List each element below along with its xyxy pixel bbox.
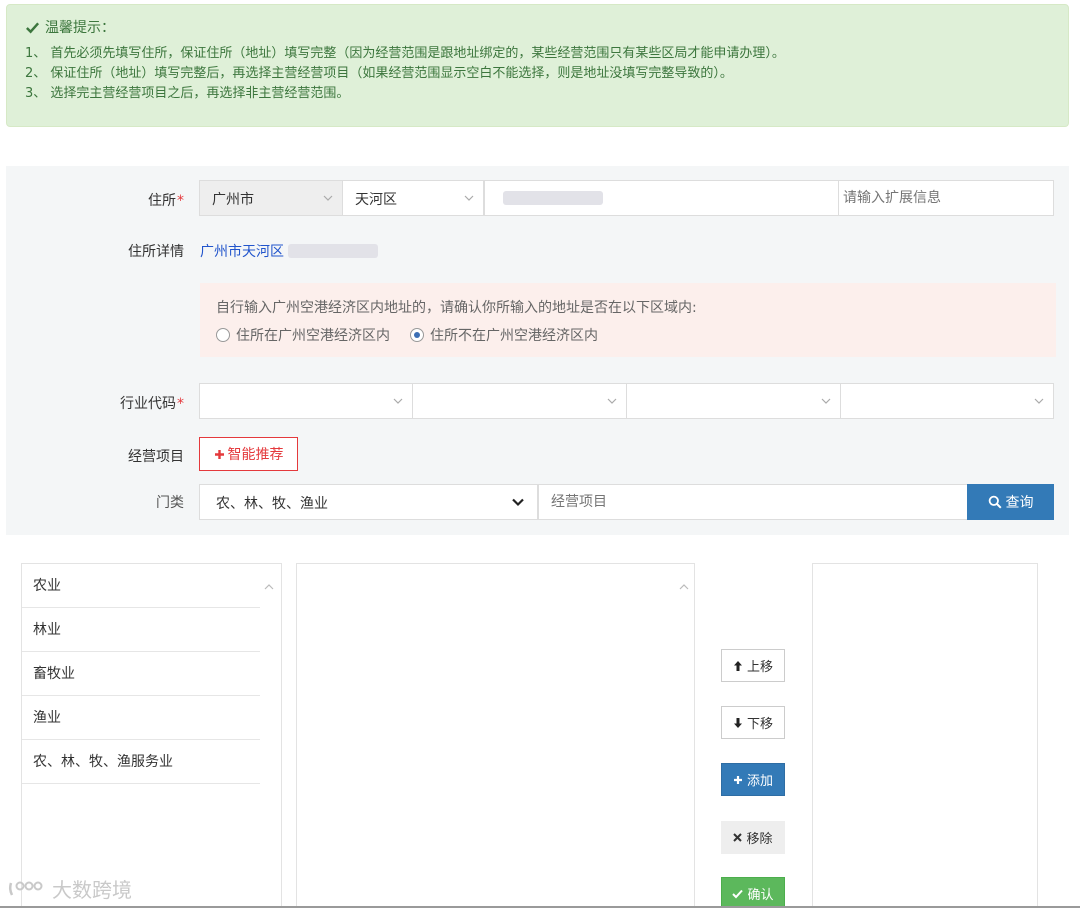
check-icon [26,21,40,33]
category-select[interactable]: 农、林、牧、渔业 [199,484,538,520]
list-item[interactable]: 林业 [22,608,260,652]
plus-icon [214,449,224,459]
radio-in-zone[interactable]: 住所在广州空港经济区内 [216,325,390,345]
chevron-down-icon [323,195,333,201]
business-item-list [296,563,695,908]
tips-title: 温馨提示： [25,17,1068,37]
tips-alert: 温馨提示： 1、 首先必须先填写住所，保证住所（地址）填写完整（因为经营范围是跟… [6,4,1069,127]
district-value: 天河区 [355,192,397,208]
plus-icon [733,775,742,784]
add-label: 添加 [746,774,773,789]
form-panel: 住所* 广州市 天河区 住所详情 广州市天河区 自行输入广州空港经济区内地址的，… [6,166,1069,535]
redacted-detail [288,244,379,258]
watermark: 大数跨境 [8,874,132,903]
smart-recommend-label: 智能推荐 [227,447,284,463]
search-icon [988,495,1002,509]
move-down-button[interactable]: 下移 [721,706,785,739]
query-label: 查询 [1005,495,1034,511]
street-input[interactable] [484,180,839,216]
category-label: 门类 [156,495,184,511]
close-icon [733,833,743,842]
city-select[interactable]: 广州市 [199,180,343,216]
add-button[interactable]: 添加 [721,763,785,796]
city-value: 广州市 [212,192,254,208]
remove-label: 移除 [746,832,773,847]
chevron-down-icon [1034,398,1044,404]
radio-in-zone-label: 住所在广州空港经济区内 [236,328,390,344]
arrow-up-icon [733,660,742,671]
chevron-down-icon [464,195,474,201]
selected-item-list [812,563,1038,908]
address-detail-value: 广州市天河区 [200,241,379,261]
tips-line-1: 1、 首先必须先填写住所，保证住所（地址）填写完整（因为经营范围是跟地址绑定的，… [25,46,785,61]
redacted-address [503,191,603,205]
arrow-down-icon [733,717,742,728]
radio-out-zone-circle[interactable] [410,328,424,342]
category-list: 农业 林业 畜牧业 渔业 农、林、牧、渔服务业 [21,563,282,908]
industry-code-select-3[interactable] [626,383,841,419]
scroll-up-icon[interactable] [263,581,275,593]
list-item[interactable]: 农业 [22,564,260,608]
required-mark: * [177,193,184,209]
address-label: 住所* [148,193,184,209]
move-down-label: 下移 [746,717,773,732]
industry-code-select-2[interactable] [412,383,627,419]
airport-zone-notice: 自行输入广州空港经济区内地址的，请确认你所输入的地址是否在以下区域内: 住所在广… [200,283,1056,357]
extension-input[interactable] [838,180,1054,216]
radio-out-zone[interactable]: 住所不在广州空港经济区内 [410,325,598,345]
query-button[interactable]: 查询 [967,484,1054,520]
business-items-label: 经营项目 [128,449,184,465]
move-up-button[interactable]: 上移 [721,649,785,682]
tips-title-text: 温馨提示： [45,20,115,36]
chevron-down-icon [393,398,403,404]
tips-line-2: 2、 保证住所（地址）填写完整后，再选择主营经营项目（如果经营范围显示空白不能选… [25,66,733,81]
business-item-input[interactable] [538,484,968,520]
check-icon [732,889,744,898]
notice-text: 自行输入广州空港经济区内地址的，请确认你所输入的地址是否在以下区域内: [216,300,697,316]
chevron-down-icon [512,498,524,507]
watermark-logo-icon [8,881,43,896]
industry-code-select-4[interactable] [840,383,1054,419]
chevron-down-icon [607,398,617,404]
confirm-label: 确认 [747,888,774,903]
confirm-button[interactable]: 确认 [721,877,785,908]
district-select[interactable]: 天河区 [342,180,484,216]
radio-in-zone-circle[interactable] [216,328,230,342]
tips-line-3: 3、 选择完主营经营项目之后，再选择非主营经营范围。 [25,86,350,101]
industry-code-select-1[interactable] [199,383,413,419]
chevron-down-icon [821,398,831,404]
address-detail-label: 住所详情 [128,244,184,260]
move-up-label: 上移 [746,660,773,675]
remove-button[interactable]: 移除 [721,821,785,854]
scroll-up-icon[interactable] [678,581,690,593]
required-mark: * [177,396,184,412]
smart-recommend-button[interactable]: 智能推荐 [199,437,298,471]
industry-code-label: 行业代码* [120,396,184,412]
list-item[interactable]: 农、林、牧、渔服务业 [22,740,260,784]
list-item[interactable]: 渔业 [22,696,260,740]
watermark-text: 大数跨境 [52,878,132,902]
list-item[interactable]: 畜牧业 [22,652,260,696]
radio-out-zone-label: 住所不在广州空港经济区内 [430,328,598,344]
category-value: 农、林、牧、渔业 [216,496,328,512]
